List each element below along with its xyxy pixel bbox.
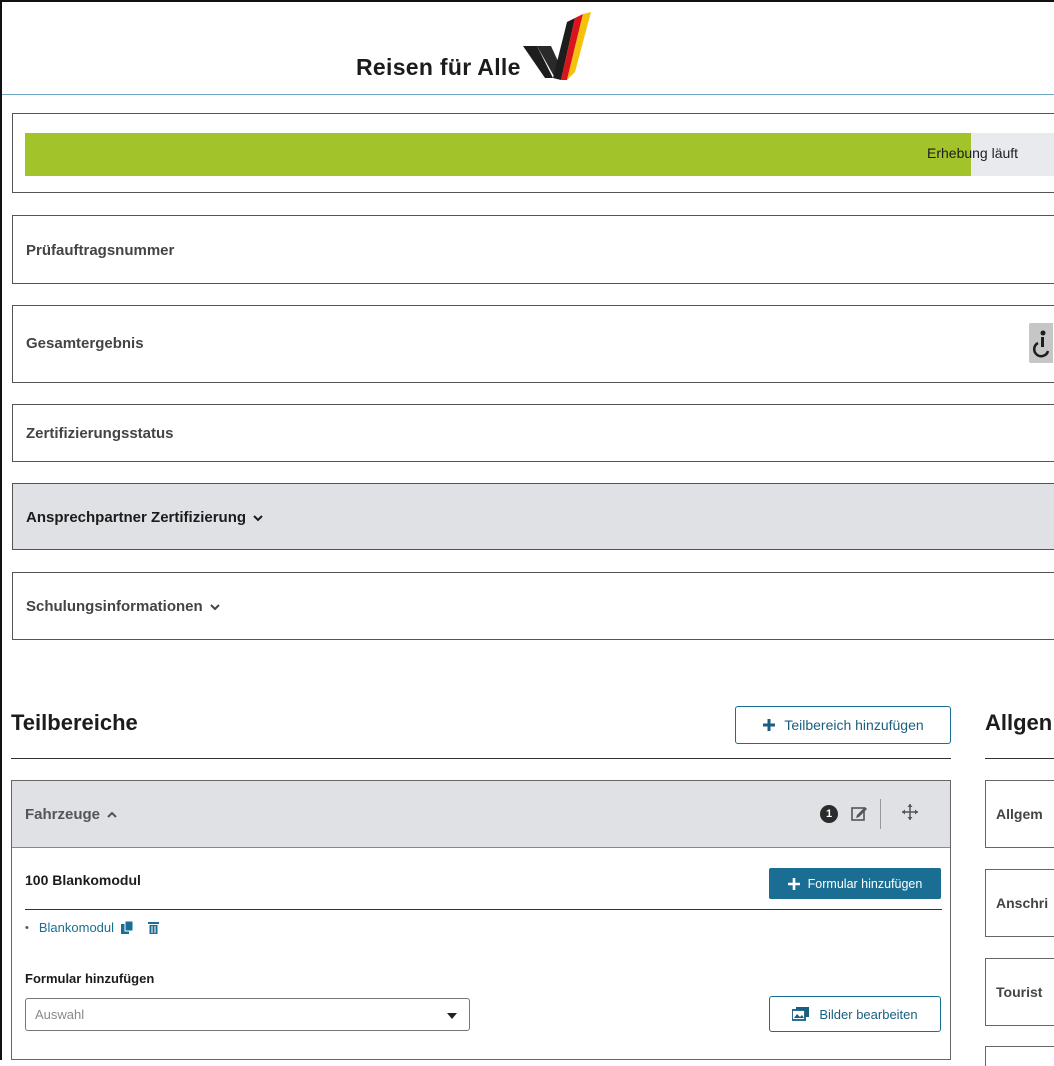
card-label: Tourist bbox=[996, 984, 1043, 1000]
field-gesamtergebnis: Gesamtergebnis bbox=[12, 305, 1054, 383]
add-teilbereich-label: Teilbereich hinzufügen bbox=[784, 717, 924, 733]
accordion-title: Schulungsinformationen bbox=[26, 598, 203, 615]
divider bbox=[11, 758, 951, 759]
teilbereiche-heading: Teilbereiche bbox=[11, 710, 138, 735]
progress-status-text: Erhebung läuft bbox=[927, 145, 1019, 161]
form-link[interactable]: Blankomodul bbox=[39, 920, 114, 935]
chevron-up-icon bbox=[107, 811, 117, 818]
brand-text: Reisen für Alle bbox=[356, 54, 521, 80]
add-form-label: Formular hinzufügen bbox=[807, 876, 923, 891]
card-label: Anschri bbox=[996, 895, 1049, 911]
field-pruefauftragsnummer: Prüfauftragsnummer bbox=[12, 215, 1054, 284]
select-placeholder: Auswahl bbox=[35, 1007, 85, 1022]
add-teilbereich-button[interactable]: Teilbereich hinzufügen bbox=[735, 706, 951, 744]
edit-images-button[interactable]: Bilder bearbeiten bbox=[769, 996, 941, 1032]
trash-icon[interactable] bbox=[147, 920, 160, 935]
plus-icon bbox=[763, 719, 776, 731]
edit-icon[interactable] bbox=[850, 804, 868, 822]
field-label: Gesamtergebnis bbox=[26, 335, 144, 352]
form-select-label: Formular hinzufügen bbox=[25, 971, 155, 986]
anschrift-card[interactable]: Anschri bbox=[985, 869, 1054, 937]
list-item: • Blankomodul bbox=[25, 920, 160, 935]
window-frame-left bbox=[0, 0, 2, 1060]
chevron-down-icon bbox=[209, 603, 220, 610]
section-title-text: Fahrzeuge bbox=[25, 806, 101, 823]
divider bbox=[985, 758, 1054, 759]
plus-icon bbox=[787, 877, 800, 890]
accordion-title: Ansprechpartner Zertifizierung bbox=[26, 509, 247, 526]
touristik-card[interactable]: Tourist bbox=[985, 958, 1054, 1026]
images-icon bbox=[792, 1007, 810, 1021]
accordion-header[interactable]: Schulungsinformationen bbox=[26, 598, 221, 615]
header: Reisen für Alle bbox=[2, 2, 1054, 95]
count-badge: 1 bbox=[820, 805, 838, 823]
wheelchair-icon[interactable] bbox=[1029, 323, 1053, 363]
allgemein-card[interactable]: Allgem bbox=[985, 780, 1054, 848]
section-title[interactable]: Fahrzeuge bbox=[25, 806, 118, 823]
form-select[interactable]: Auswahl bbox=[25, 998, 470, 1031]
progress-bar: Erhebung läuft bbox=[25, 133, 1054, 176]
bullet: • bbox=[25, 921, 29, 934]
divider bbox=[880, 799, 881, 829]
field-zertifizierungsstatus: Zertifizierungsstatus bbox=[12, 404, 1054, 462]
accordion-header[interactable]: Ansprechpartner Zertifizierung bbox=[26, 509, 264, 526]
edit-images-label: Bilder bearbeiten bbox=[819, 1006, 918, 1022]
accordion-schulungsinformationen[interactable]: Schulungsinformationen bbox=[12, 572, 1054, 640]
teilbereich-section: Fahrzeuge 1 100 Blankomodul Formular hin… bbox=[11, 780, 951, 1060]
brand-checkmark-logo bbox=[522, 12, 591, 80]
field-label: Prüfauftragsnummer bbox=[26, 242, 175, 259]
allgemein-heading: Allgen bbox=[985, 710, 1053, 735]
add-form-button[interactable]: Formular hinzufügen bbox=[769, 868, 941, 899]
divider bbox=[25, 909, 942, 910]
card-label: Allgem bbox=[996, 806, 1043, 822]
copy-icon[interactable] bbox=[120, 920, 135, 935]
section-header[interactable]: Fahrzeuge 1 bbox=[12, 781, 950, 848]
move-icon[interactable] bbox=[901, 803, 919, 821]
field-label: Zertifizierungsstatus bbox=[26, 425, 174, 442]
chevron-down-icon bbox=[253, 514, 263, 521]
allgemein-card-partial bbox=[985, 1046, 1054, 1066]
progress-fill bbox=[25, 133, 972, 176]
module-title: 100 Blankomodul bbox=[25, 872, 141, 888]
brand[interactable]: Reisen für Alle bbox=[356, 12, 595, 92]
status-card: Erhebung läuft bbox=[12, 113, 1054, 193]
accordion-ansprechpartner[interactable]: Ansprechpartner Zertifizierung bbox=[12, 483, 1054, 550]
caret-down-icon bbox=[447, 1013, 457, 1019]
